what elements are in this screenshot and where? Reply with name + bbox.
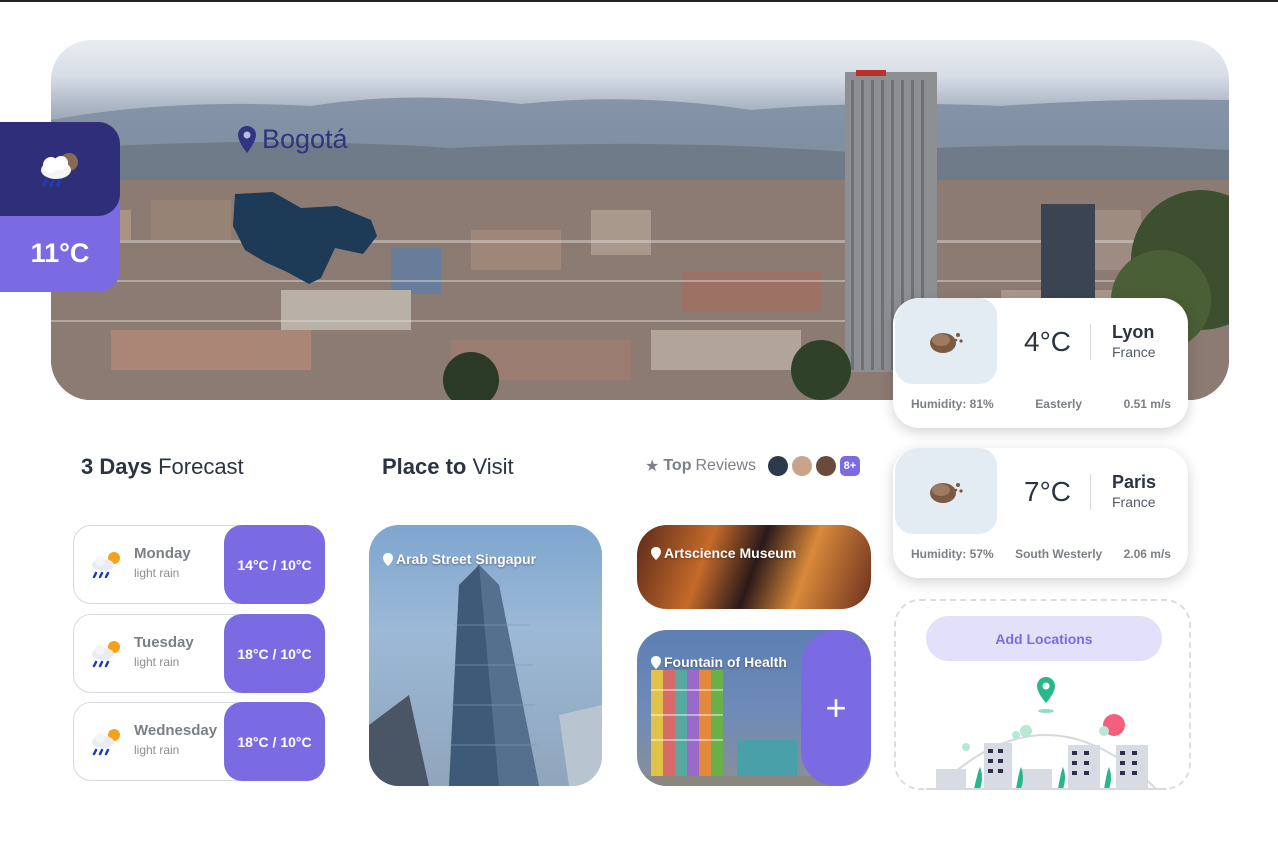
places-title-bold: Place to: [382, 454, 467, 479]
city-country: France: [1112, 344, 1156, 360]
wind-speed: 0.51 m/s: [1123, 397, 1171, 411]
city-weather-icon-box: [895, 298, 997, 384]
city-illustration: [926, 677, 1166, 790]
current-temperature: 11°C: [30, 238, 90, 268]
current-weather-tab: 11°C: [0, 122, 120, 292]
place-card-artscience[interactable]: Artscience Museum: [637, 525, 871, 609]
forecast-day: Tuesday: [134, 634, 194, 651]
city-name: Lyon: [1112, 322, 1155, 342]
city-stats: Humidity: 57% South Westerly 2.06 m/s: [911, 547, 1171, 561]
place-label: Artscience Museum: [651, 545, 796, 561]
hero-notch-bottom: [0, 292, 40, 400]
humidity: Humidity: 57%: [911, 547, 994, 561]
reviews-bold: Top: [663, 457, 692, 474]
forecast-card-tuesday[interactable]: Tuesday light rain 18°C / 10°C: [73, 614, 325, 693]
forecast-desc: light rain: [134, 655, 180, 669]
divider: [1090, 324, 1091, 360]
map-pin-icon: [651, 655, 661, 669]
city-card-lyon[interactable]: 4°C Lyon France Humidity: 81% Easterly 0…: [893, 298, 1188, 428]
forecast-range: 18°C / 10°C: [224, 614, 325, 693]
humidity: Humidity: 81%: [911, 397, 994, 411]
sun-rain-icon: [92, 641, 120, 668]
cloud-icon: [930, 333, 963, 353]
add-locations-button[interactable]: Add Locations: [926, 616, 1162, 661]
avatar: [815, 456, 836, 476]
map-pin-icon: [651, 546, 661, 560]
place-name: Arab Street Singapur: [396, 551, 537, 567]
place-card-arab-street[interactable]: Arab Street Singapur: [369, 525, 602, 786]
wind-direction: Easterly: [1035, 397, 1082, 411]
top-border: [0, 0, 1278, 2]
more-reviewers-badge[interactable]: 8+: [839, 456, 860, 476]
forecast-card-wednesday[interactable]: Wednesday light rain 18°C / 10°C: [73, 702, 325, 781]
forecast-title-bold: 3 Days: [81, 454, 152, 479]
city-temperature: 4°C: [1024, 326, 1071, 357]
place-name: Artscience Museum: [664, 545, 797, 561]
map-pin-icon: [238, 125, 256, 153]
forecast-title-rest: Forecast: [158, 454, 244, 479]
location-label: Bogotá: [238, 124, 348, 155]
sun-rain-icon: [92, 729, 120, 756]
city-card-paris[interactable]: 7°C Paris France Humidity: 57% South Wes…: [893, 448, 1188, 578]
city-weather-icon-box: [895, 448, 997, 534]
city-name: Bogotá: [262, 124, 348, 154]
map-pin-icon: [383, 552, 393, 566]
rain-cloud-icon: [41, 153, 78, 188]
add-locations-panel: Add Locations: [894, 599, 1191, 790]
forecast-title: 3 Days Forecast: [81, 454, 244, 480]
cloud-icon: [930, 483, 963, 503]
avatar: [791, 456, 812, 476]
place-name: Fountain of Health: [664, 654, 787, 670]
forecast-range: 14°C / 10°C: [224, 525, 325, 604]
city-stats: Humidity: 81% Easterly 0.51 m/s: [911, 397, 1171, 411]
reviews-rest: Reviews: [695, 457, 756, 474]
hero-notch-top: [0, 40, 40, 122]
forecast-day: Monday: [134, 545, 191, 562]
current-weather-icon-box: [0, 122, 120, 216]
forecast-day: Wednesday: [134, 722, 218, 739]
city-country: France: [1112, 494, 1156, 510]
wind-speed: 2.06 m/s: [1123, 547, 1171, 561]
city-temperature: 7°C: [1024, 476, 1071, 507]
add-place-button[interactable]: +: [801, 630, 871, 786]
divider: [1090, 474, 1091, 510]
forecast-range: 18°C / 10°C: [224, 702, 325, 781]
avatar: [767, 456, 788, 476]
wind-direction: South Westerly: [1015, 547, 1103, 561]
place-label: Arab Street Singapur: [383, 551, 536, 567]
places-title-rest: Visit: [472, 454, 514, 479]
forecast-card-monday[interactable]: Monday light rain 14°C / 10°C: [73, 525, 325, 604]
sun-rain-icon: [92, 552, 120, 579]
city-name: Paris: [1112, 472, 1157, 492]
places-title: Place to Visit: [382, 454, 514, 480]
place-label: Fountain of Health: [651, 654, 787, 670]
forecast-desc: light rain: [134, 743, 180, 757]
forecast-desc: light rain: [134, 566, 180, 580]
star-icon: ★: [645, 458, 660, 475]
top-reviews[interactable]: ★ Top Reviews 8+: [645, 456, 860, 476]
